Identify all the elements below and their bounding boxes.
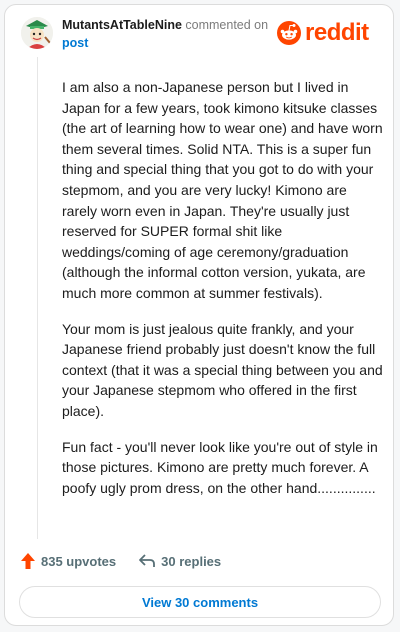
reply-count: 30 replies bbox=[161, 553, 222, 569]
comment-card: MutantsAtTableNine commented on post red… bbox=[4, 4, 394, 626]
username[interactable]: MutantsAtTableNine bbox=[62, 18, 182, 32]
avatar[interactable] bbox=[21, 17, 53, 49]
view-comments-button[interactable]: View 30 comments bbox=[19, 586, 381, 618]
reddit-snoo-icon bbox=[277, 21, 301, 45]
comment-actions: 835 upvotes 30 replies bbox=[20, 552, 221, 570]
thread-line bbox=[37, 57, 38, 539]
reply-arrow-icon bbox=[139, 554, 156, 567]
reddit-wordmark: reddit bbox=[305, 19, 369, 46]
upvote-count: 835 upvotes bbox=[41, 553, 117, 569]
reddit-logo[interactable]: reddit bbox=[277, 21, 369, 45]
view-comments-label: View 30 comments bbox=[141, 594, 259, 610]
upvote-arrow-icon bbox=[21, 553, 35, 569]
comment-paragraph: I am also a non-Japanese person but I li… bbox=[62, 79, 383, 301]
commented-on-text: commented on bbox=[185, 18, 269, 32]
comment-paragraph: Your mom is just jealous quite frankly, … bbox=[62, 320, 383, 419]
avatar-icon bbox=[21, 17, 53, 49]
replies-button[interactable]: 30 replies bbox=[138, 553, 221, 569]
author-line: MutantsAtTableNine commented on bbox=[62, 17, 268, 33]
upvote-button[interactable]: 835 upvotes bbox=[20, 552, 116, 570]
comment-paragraph: Fun fact - you'll never look like you're… bbox=[62, 438, 378, 496]
comment-body: I am also a non-Japanese person but I li… bbox=[62, 77, 384, 513]
post-link[interactable]: post bbox=[62, 36, 88, 50]
